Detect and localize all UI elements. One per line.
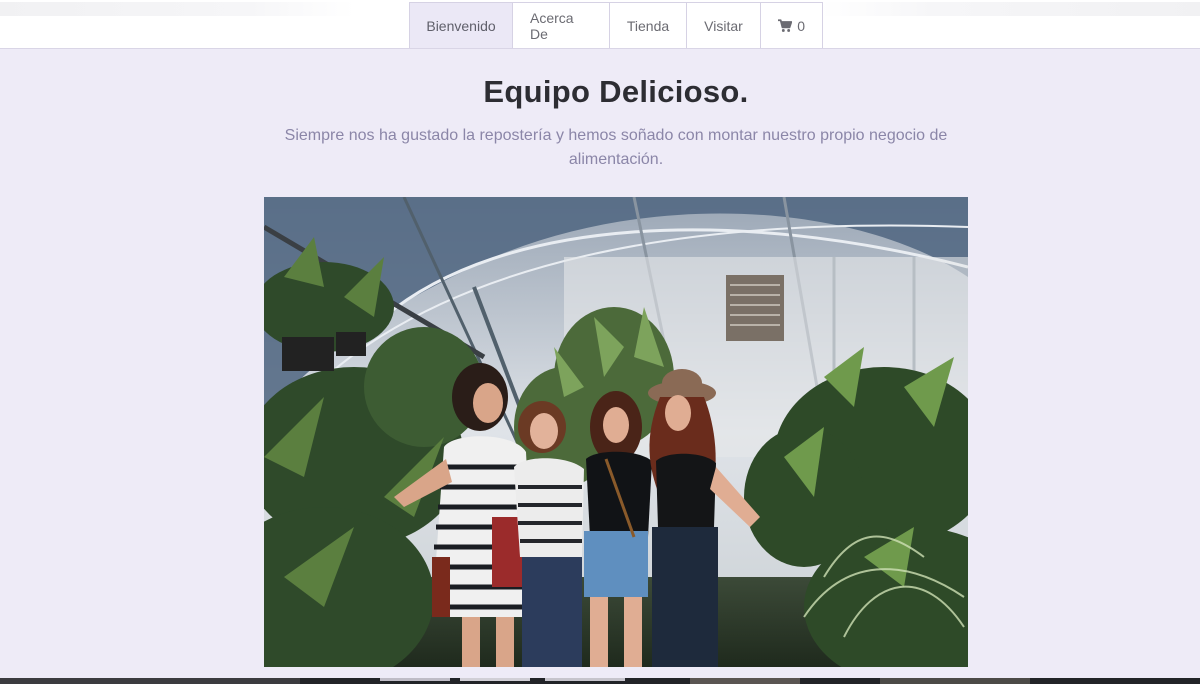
strip-segment [0,678,300,684]
team-photo [264,197,968,667]
nav-item-tienda[interactable]: Tienda [610,2,687,48]
strip-segment [545,678,625,681]
strip-segment [690,678,800,684]
page-title: Equipo Delicioso. [483,74,749,109]
strip-segment [460,678,530,681]
top-navigation-bar: Bienvenido Acerca De Tienda Visitar 0 [0,0,1200,49]
cart-button[interactable]: 0 [761,2,823,48]
shopping-cart-icon [778,18,793,32]
bottom-edge-strip [0,678,1200,684]
strip-segment [380,678,450,681]
topbar-fade-right [820,2,1200,16]
page-subtitle: Siempre nos ha gustado la repostería y h… [284,127,948,168]
cart-count: 0 [797,17,805,34]
greenhouse-team-illustration [264,197,968,667]
topbar-fade-left [0,2,355,16]
nav-item-visitar[interactable]: Visitar [687,2,761,48]
nav-item-bienvenido[interactable]: Bienvenido [410,2,513,48]
strip-segment [880,678,1030,684]
main-nav: Bienvenido Acerca De Tienda Visitar 0 [409,2,823,48]
nav-item-acerca-de[interactable]: Acerca De [513,2,610,48]
